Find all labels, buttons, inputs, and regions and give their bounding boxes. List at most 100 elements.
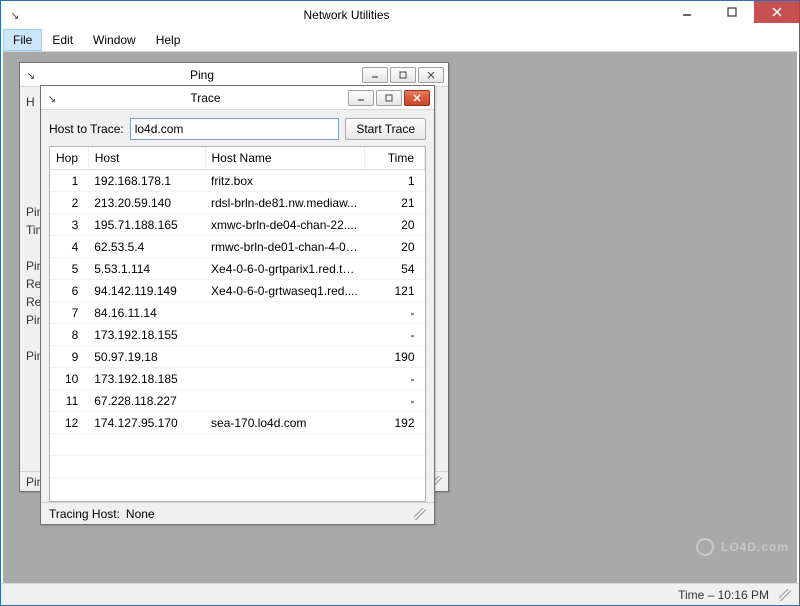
- menu-edit[interactable]: Edit: [42, 29, 83, 51]
- table-row[interactable]: 1192.168.178.1fritz.box1: [50, 170, 425, 192]
- statusbar-time: Time – 10:16 PM: [678, 588, 779, 602]
- trace-table[interactable]: Hop Host Host Name Time 1 192.168.178.1fr…: [49, 146, 426, 502]
- table-row[interactable]: 784.16.11.14 -: [50, 302, 425, 324]
- ping-title: Ping: [42, 68, 362, 82]
- cell-hostname: rmwc-brln-de01-chan-4-0....: [205, 236, 364, 258]
- cell-host: 192.168.178.1: [88, 170, 205, 192]
- trace-maximize-button[interactable]: [376, 90, 402, 106]
- menu-help[interactable]: Help: [146, 29, 191, 51]
- cell-hostname: [205, 324, 364, 346]
- cell-hostname: rdsl-brln-de81.nw.mediaw...: [205, 192, 364, 214]
- host-to-trace-input[interactable]: [130, 118, 340, 140]
- table-row[interactable]: 1167.228.118.227 -: [50, 390, 425, 412]
- ping-minimize-button[interactable]: [362, 67, 388, 83]
- trace-toolbar: Host to Trace: Start Trace: [41, 110, 434, 146]
- table-row[interactable]: 3195.71.188.165xmwc-brln-de04-chan-22...…: [50, 214, 425, 236]
- cell-hostname: [205, 478, 364, 500]
- cell-hostname: [205, 434, 364, 456]
- cell-host: 67.228.118.227: [88, 390, 205, 412]
- menu-file[interactable]: File: [3, 29, 42, 51]
- cell-host: [88, 434, 205, 456]
- ping-window-controls: [362, 67, 444, 83]
- start-trace-button[interactable]: Start Trace: [345, 118, 426, 140]
- cell-time: [364, 434, 424, 456]
- main-statusbar: Time – 10:16 PM: [1, 583, 799, 605]
- cell-host: 50.97.19.18: [88, 346, 205, 368]
- trace-window[interactable]: Trace Host to Trace: Start Trace: [40, 85, 435, 525]
- cell-hop: 4: [50, 236, 88, 258]
- menu-window[interactable]: Window: [83, 29, 146, 51]
- cell-hop: 7: [50, 302, 88, 324]
- trace-close-button[interactable]: [404, 90, 430, 106]
- cell-hostname: [205, 456, 364, 478]
- maximize-button[interactable]: [709, 1, 754, 23]
- cell-hop: 6: [50, 280, 88, 302]
- cell-time: 20: [364, 236, 424, 258]
- cell-hop: 12: [50, 412, 88, 434]
- window-controls: [664, 1, 799, 29]
- watermark-text: LO4D.com: [721, 540, 789, 554]
- resize-grip-icon[interactable]: [779, 589, 791, 601]
- cell-hostname: [205, 302, 364, 324]
- cell-host: 94.142.119.149: [88, 280, 205, 302]
- cell-host: 84.16.11.14: [88, 302, 205, 324]
- table-row[interactable]: 12174.127.95.170sea-170.lo4d.com192: [50, 412, 425, 434]
- cell-time: -: [364, 302, 424, 324]
- ping-titlebar[interactable]: Ping: [20, 63, 448, 87]
- table-row[interactable]: 8173.192.18.155-: [50, 324, 425, 346]
- trace-title: Trace: [63, 91, 348, 105]
- watermark: LO4D.com: [695, 537, 789, 557]
- table-row[interactable]: 2213.20.59.140rdsl-brln-de81.nw.mediaw..…: [50, 192, 425, 214]
- trace-window-icon: [45, 91, 59, 105]
- trace-minimize-button[interactable]: [348, 90, 374, 106]
- table-row[interactable]: [50, 456, 425, 478]
- table-row[interactable]: 10173.192.18.185-: [50, 368, 425, 390]
- trace-titlebar[interactable]: Trace: [41, 86, 434, 110]
- table-row[interactable]: 694.142.119.149Xe4-0-6-0-grtwaseq1.red..…: [50, 280, 425, 302]
- trace-status-label: Tracing Host:: [49, 507, 120, 521]
- trace-statusbar: Tracing Host: None: [41, 502, 434, 524]
- cell-hop: 5: [50, 258, 88, 280]
- cell-time: -: [364, 390, 424, 412]
- cell-host: [88, 478, 205, 500]
- cell-host: 213.20.59.140: [88, 192, 205, 214]
- table-row[interactable]: 462.53.5.4rmwc-brln-de01-chan-4-0....20: [50, 236, 425, 258]
- ping-close-button[interactable]: [418, 67, 444, 83]
- cell-hostname: Xe4-0-6-0-grtparix1.red.te...: [205, 258, 364, 280]
- host-to-trace-label: Host to Trace:: [49, 122, 124, 136]
- minimize-button[interactable]: [664, 1, 709, 23]
- cell-time: 1: [364, 170, 424, 192]
- main-titlebar[interactable]: Network Utilities: [1, 1, 799, 29]
- cell-hop: 11: [50, 390, 88, 412]
- menubar: File Edit Window Help: [1, 29, 799, 51]
- column-header-time[interactable]: Time: [364, 147, 424, 170]
- cell-hostname: fritz.box: [205, 170, 364, 192]
- column-header-host[interactable]: Host: [88, 147, 205, 170]
- cell-time: 54: [364, 258, 424, 280]
- table-header-row[interactable]: Hop Host Host Name Time: [50, 147, 425, 170]
- table-row[interactable]: 950.97.19.18190: [50, 346, 425, 368]
- column-header-hostname[interactable]: Host Name: [205, 147, 364, 170]
- cell-hop: [50, 434, 88, 456]
- cell-hostname: sea-170.lo4d.com: [205, 412, 364, 434]
- close-button[interactable]: [754, 1, 799, 23]
- cell-host: [88, 456, 205, 478]
- cell-host: 62.53.5.4: [88, 236, 205, 258]
- cell-host: 173.192.18.185: [88, 368, 205, 390]
- app-icon: [7, 7, 23, 23]
- cell-time: -: [364, 324, 424, 346]
- table-row[interactable]: [50, 478, 425, 500]
- cell-time: 20: [364, 214, 424, 236]
- cell-hostname: Xe4-0-6-0-grtwaseq1.red....: [205, 280, 364, 302]
- main-window: Network Utilities File Edit Window Help …: [0, 0, 800, 606]
- column-header-hop[interactable]: Hop: [50, 147, 88, 170]
- resize-grip-icon[interactable]: [414, 508, 426, 520]
- cell-hop: [50, 456, 88, 478]
- ping-maximize-button[interactable]: [390, 67, 416, 83]
- cell-time: 21: [364, 192, 424, 214]
- cell-hostname: [205, 368, 364, 390]
- cell-hop: [50, 478, 88, 500]
- table-row[interactable]: 55.53.1.114Xe4-0-6-0-grtparix1.red.te...…: [50, 258, 425, 280]
- table-row[interactable]: [50, 434, 425, 456]
- cell-hop: 8: [50, 324, 88, 346]
